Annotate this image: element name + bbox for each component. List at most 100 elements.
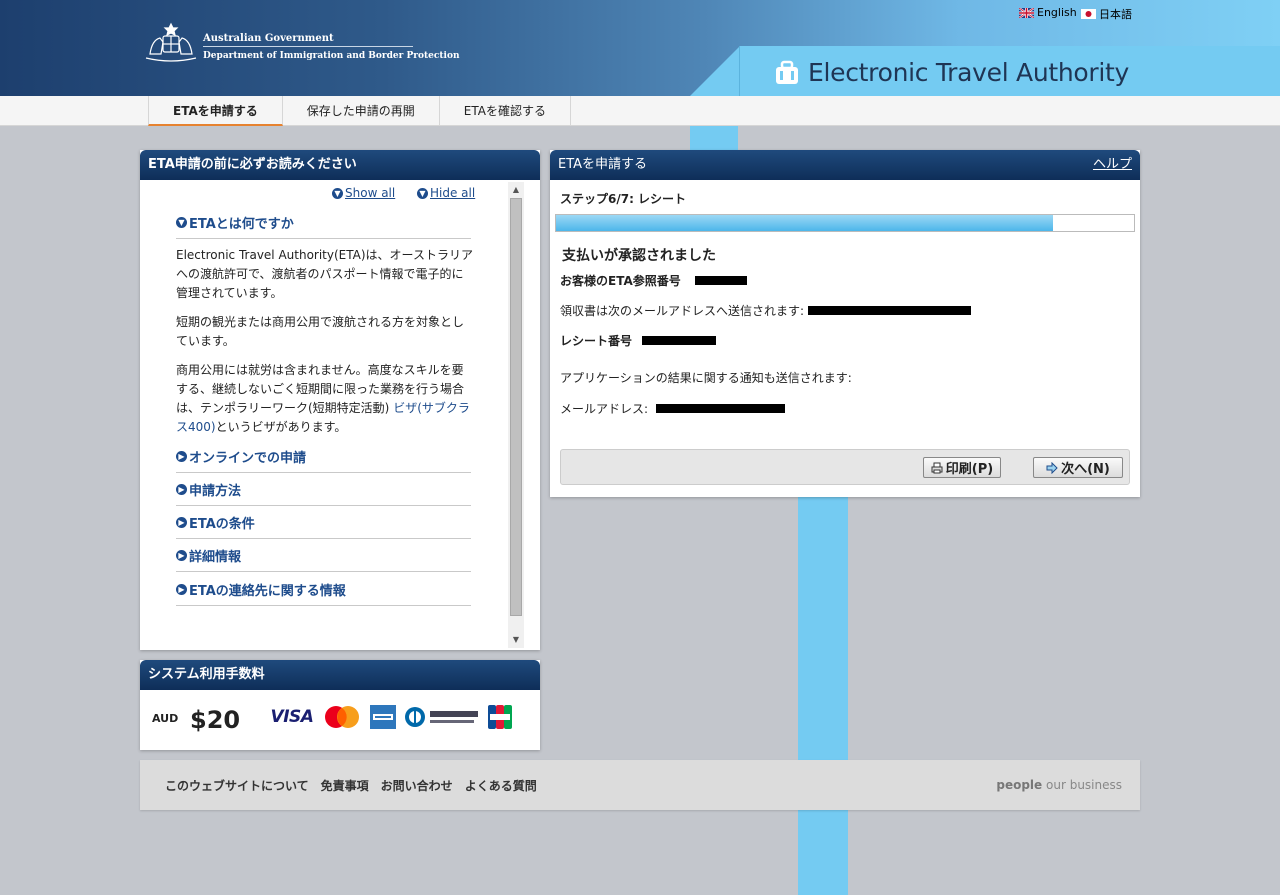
paragraph: Electronic Travel Authority(ETA)は、オーストラリ… — [176, 248, 473, 300]
uk-flag-icon — [1019, 7, 1034, 18]
print-button-label: 印刷(P) — [945, 462, 994, 477]
visa-icon: VISA — [270, 707, 314, 727]
apply-panel: ETAを申請する ヘルプ ステップ6/7: レシート 支払いが承認されました お… — [550, 150, 1140, 497]
info-scroll-area: ▼ Show all ▼ Hide all ▼ ETAとは何ですか Electr… — [140, 180, 524, 648]
coat-of-arms-icon — [145, 22, 197, 62]
site-header: Australian Government Department of Immi… — [0, 0, 1280, 96]
tagline-rest: our business — [1042, 778, 1122, 792]
chevron-down-icon: ▼ — [332, 187, 343, 199]
email-row: メールアドレス: — [560, 400, 786, 417]
fee-amount: $20 — [190, 706, 241, 734]
app-title-text: Electronic Travel Authority — [808, 58, 1130, 87]
step-indicator: ステップ6/7: レシート — [560, 192, 687, 206]
currency-label: AUD — [152, 712, 179, 725]
lang-english-label: English — [1037, 6, 1077, 19]
divider — [176, 505, 471, 506]
diners-club-icon — [404, 705, 480, 729]
help-link[interactable]: ヘルプ — [1093, 150, 1132, 180]
divider — [176, 605, 471, 606]
printer-icon — [931, 462, 943, 473]
section-title: 申請方法 — [189, 484, 242, 499]
arrow-right-icon — [1046, 461, 1058, 474]
chevron-right-icon: ▶ — [176, 550, 187, 561]
footer-link-about[interactable]: このウェブサイトについて — [165, 777, 309, 794]
tab-apply-eta[interactable]: ETAを申請する — [148, 96, 283, 126]
receipt-number-row: レシート番号 — [560, 332, 717, 349]
section-title: オンラインでの申請 — [189, 451, 307, 466]
lang-english-link[interactable]: English — [1019, 6, 1077, 19]
section-what-is-eta[interactable]: ▼ ETAとは何ですか — [176, 213, 294, 232]
mastercard-icon — [325, 706, 359, 728]
paragraph: 短期の観光または商用公用で渡航される方を対象としています。 — [176, 315, 465, 348]
receipt-email-text: 領収書は次のメールアドレスへ送信されます: — [560, 304, 805, 318]
scroll-up-arrow-icon[interactable]: ▲ — [511, 185, 521, 195]
hide-all-link[interactable]: ▼ Hide all — [417, 186, 475, 200]
section-how-to-apply[interactable]: ▶ 申請方法 — [176, 480, 241, 499]
section-title: ETAとは何ですか — [189, 217, 294, 232]
apply-panel-header: ETAを申請する ヘルプ — [550, 150, 1140, 180]
diners-wordmark-icon — [430, 711, 478, 723]
lang-japanese-label: 日本語 — [1099, 8, 1132, 21]
notify-text: アプリケーションの結果に関する通知も送信されます: — [560, 371, 852, 385]
section-more-info[interactable]: ▶ 詳細情報 — [176, 546, 241, 565]
progress-bar — [555, 214, 1135, 232]
section-eta-conditions[interactable]: ▶ ETAの条件 — [176, 513, 255, 532]
tab-check-eta[interactable]: ETAを確認する — [440, 96, 571, 126]
button-bar: 印刷(P) 次へ(N) — [560, 449, 1130, 485]
progress-fill — [556, 215, 1054, 231]
chevron-right-icon: ▶ — [176, 584, 187, 595]
main-nav: ETAを申請する 保存した申請の再開 ETAを確認する — [0, 96, 1280, 126]
info-scrollbar[interactable]: ▲ ▼ — [508, 182, 524, 648]
divider — [176, 538, 471, 539]
info-panel: ETA申請の前に必ずお読みください ▼ Show all ▼ Hide all … — [140, 150, 540, 650]
info-panel-title: ETA申請の前に必ずお読みください — [140, 150, 540, 180]
print-button[interactable]: 印刷(P) — [923, 457, 1001, 478]
luggage-icon — [776, 60, 798, 84]
apply-panel-title: ETAを申請する — [558, 157, 648, 172]
section-contact-info[interactable]: ▶ ETAの連絡先に関する情報 — [176, 580, 346, 599]
department-name: Department of Immigration and Border Pro… — [203, 51, 460, 61]
footer-links: このウェブサイトについて 免責事項 お問い合わせ よくある質問 — [165, 777, 537, 794]
jcb-icon — [488, 705, 512, 729]
chevron-right-icon: ▶ — [176, 451, 187, 462]
decorative-stripe-bottom — [798, 497, 848, 895]
amex-icon — [370, 705, 396, 729]
receipt-number-label: レシート番号 — [560, 334, 633, 348]
reference-row: お客様のETA参照番号 — [560, 272, 747, 289]
fee-panel: システム利用手数料 AUD $20 VISA — [140, 660, 540, 750]
paragraph: 商用公用には就労は含まれません。高度なスキルを要する、継続しないごく短期間に限っ… — [176, 361, 474, 437]
decorative-stripe-top — [690, 126, 738, 150]
gov-title: Australian Government — [203, 33, 334, 44]
hide-all-label: Hide all — [430, 186, 476, 200]
receipt-email-row: 領収書は次のメールアドレスへ送信されます: — [560, 302, 972, 319]
redacted-value — [642, 336, 717, 345]
notify-row: アプリケーションの結果に関する通知も送信されます: — [560, 369, 852, 386]
scroll-thumb[interactable] — [510, 198, 522, 616]
scroll-down-arrow-icon[interactable]: ▼ — [511, 635, 521, 645]
header-divider — [739, 46, 740, 96]
payment-approved-title: 支払いが承認されました — [562, 248, 716, 264]
footer-link-disclaimer[interactable]: 免責事項 — [321, 777, 369, 794]
footer-link-faq[interactable]: よくある質問 — [465, 777, 537, 794]
tagline-bold: people — [996, 778, 1043, 792]
next-button-label: 次へ(N) — [1061, 462, 1110, 477]
show-all-label: Show all — [345, 186, 396, 200]
gov-divider — [203, 46, 413, 47]
tab-resume-application[interactable]: 保存した申請の再開 — [283, 96, 440, 126]
next-button[interactable]: 次へ(N) — [1033, 457, 1123, 478]
fee-panel-title: システム利用手数料 — [140, 660, 540, 690]
card-logos: VISA — [270, 705, 512, 729]
chevron-right-icon: ▶ — [176, 517, 187, 528]
email-label: メールアドレス: — [560, 402, 649, 416]
lang-japanese-link[interactable]: 日本語 — [1081, 6, 1132, 22]
footer-tagline: people our business — [996, 778, 1122, 792]
chevron-down-icon: ▼ — [417, 187, 428, 199]
show-all-link[interactable]: ▼ Show all — [332, 186, 395, 200]
diners-circle-icon — [405, 707, 425, 727]
section-online-application[interactable]: ▶ オンラインでの申請 — [176, 447, 306, 466]
redacted-value — [808, 306, 972, 315]
footer-link-contact[interactable]: お問い合わせ — [381, 777, 453, 794]
divider — [176, 472, 471, 473]
redacted-value — [656, 404, 786, 413]
divider — [176, 571, 471, 572]
